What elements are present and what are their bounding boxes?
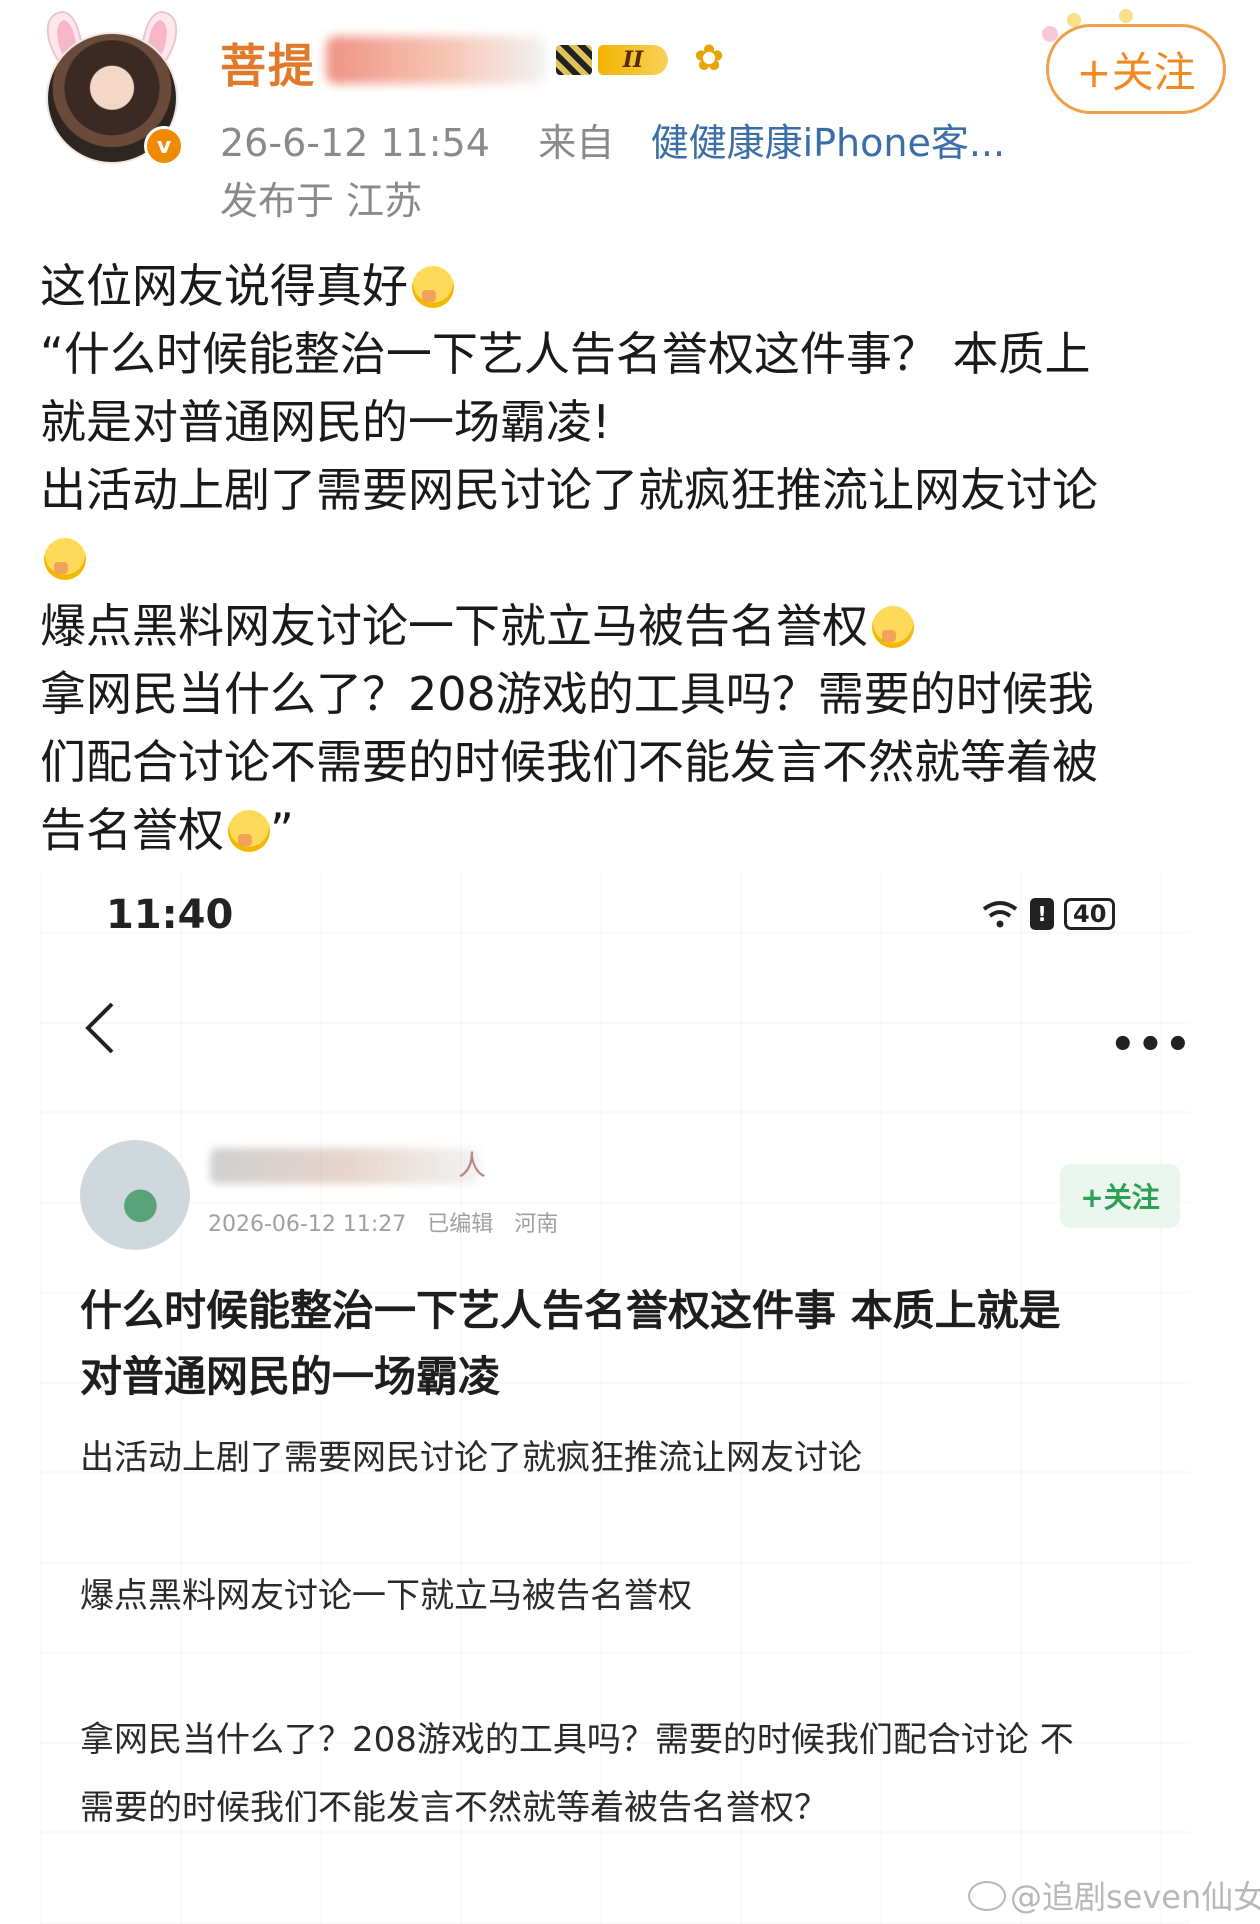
user-avatar-block[interactable]: v xyxy=(32,8,192,168)
inner-post-title: 什么时候能整治一下艺人告名誉权这件事 本质上就是 对普通网民的一场霸凌 xyxy=(80,1278,1160,1410)
inner-follow-button[interactable]: +关注 xyxy=(1060,1164,1180,1228)
title-line: 什么时候能整治一下艺人告名誉权这件事 本质上就是 xyxy=(80,1286,1061,1335)
post-line: 们配合讨论不需要的时候我们不能发言不然就等着被 xyxy=(40,735,1098,789)
more-options-icon[interactable]: ••• xyxy=(1110,1022,1190,1068)
status-bar-icons: ! 40 xyxy=(980,894,1116,934)
post-meta: 26-6-12 11:54 来自 健健康康iPhone客... xyxy=(220,112,1005,167)
post-line: 这位网友说得真好 xyxy=(40,252,1230,320)
post-line: “什么时候能整治一下艺人告名誉权这件事？ 本质上 xyxy=(40,327,1091,381)
username[interactable]: 菩提 xyxy=(220,30,316,93)
shushing-face-icon xyxy=(412,266,454,308)
post-line xyxy=(40,524,1230,592)
sunflower-icon: ✿ xyxy=(694,38,725,79)
inner-paragraph: 拿网民当什么了？208游戏的工具吗？需要的时候我们配合讨论 不 需要的时候我们不… xyxy=(80,1706,1074,1842)
username-redaction xyxy=(326,36,546,84)
battery-alert-icon: ! xyxy=(1030,898,1054,930)
source-link[interactable]: 健健康康iPhone客... xyxy=(651,121,1006,165)
post-content: 这位网友说得真好 “什么时候能整治一下艺人告名誉权这件事？ 本质上 就是对普通网… xyxy=(40,252,1230,864)
paragraph-line: 拿网民当什么了？208游戏的工具吗？需要的时候我们配合讨论 不 xyxy=(80,1720,1074,1760)
post-line: 出活动上剧了需要网民讨论了就疯狂推流让网友讨论 xyxy=(40,463,1098,517)
author-meta: 2026-06-12 11:27 已编辑 河南 xyxy=(208,1206,572,1238)
inner-paragraph: 出活动上剧了需要网民讨论了就疯狂推流让网友讨论 xyxy=(80,1438,862,1478)
shushing-face-icon xyxy=(228,810,270,852)
region-tag: 河南 xyxy=(514,1212,559,1237)
level-badge: II xyxy=(556,40,676,80)
embedded-screenshot[interactable]: 11:40 ! 40 ••• 人 2026-06-12 11:27 已编辑 河南… xyxy=(40,872,1190,1924)
author-name-suffix: 人 xyxy=(458,1149,487,1182)
post-line: 爆点黑料网友讨论一下就立马被告名誉权 xyxy=(40,592,1230,660)
shushing-face-icon xyxy=(44,538,86,580)
title-line: 对普通网民的一场霸凌 xyxy=(80,1352,501,1401)
weibo-logo-icon xyxy=(968,1881,1006,1911)
paragraph-line: 需要的时候我们不能发言不然就等着被告名誉权？ xyxy=(80,1788,828,1828)
post-line: 拿网民当什么了？208游戏的工具吗？需要的时候我 xyxy=(40,667,1094,721)
status-bar-time: 11:40 xyxy=(106,892,234,938)
weibo-post-page: v 菩提 II ✿ 26-6-12 11:54 来自 健健康康iPhone客..… xyxy=(0,0,1260,1924)
follow-button[interactable]: +关注 xyxy=(1046,24,1226,114)
back-arrow-icon[interactable] xyxy=(80,998,120,1058)
verified-badge: v xyxy=(144,126,184,166)
post-line: 告名誉权” xyxy=(40,803,294,857)
edited-tag: 已编辑 xyxy=(427,1212,494,1237)
watermark-text: @追剧seven仙女 xyxy=(1010,1878,1260,1916)
watermark: @追剧seven仙女 xyxy=(968,1872,1260,1918)
wifi-icon xyxy=(982,901,1018,928)
battery-icon: 40 xyxy=(1064,898,1116,930)
post-date: 2026-06-12 11:27 xyxy=(208,1212,407,1237)
post-line: 就是对普通网民的一场霸凌! xyxy=(40,395,611,449)
post-timestamp: 26-6-12 11:54 xyxy=(220,121,490,165)
source-prefix: 来自 xyxy=(538,121,615,165)
author-name-redaction xyxy=(210,1148,480,1184)
inner-paragraph: 爆点黑料网友讨论一下就立马被告名誉权 xyxy=(80,1576,692,1616)
shushing-face-icon xyxy=(872,606,914,648)
author-avatar[interactable] xyxy=(80,1140,190,1250)
level-label: II xyxy=(598,45,668,75)
post-location: 发布于 江苏 xyxy=(220,179,423,223)
pixel-badge-icon xyxy=(556,45,592,75)
